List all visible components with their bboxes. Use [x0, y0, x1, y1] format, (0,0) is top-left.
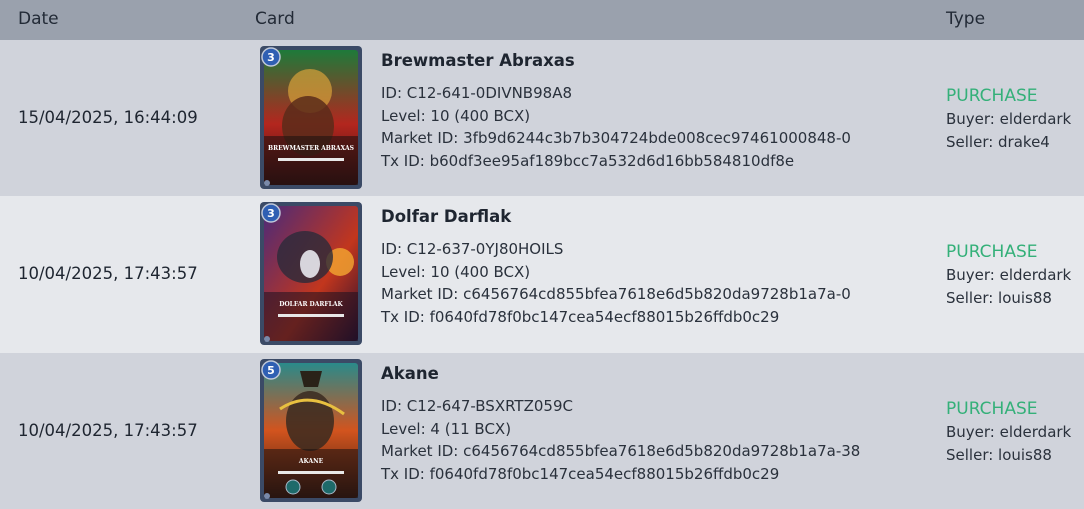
card-image[interactable]: 5 AKANE: [260, 359, 362, 502]
table-row: 10/04/2025, 17:43:57 3 DOLFAR DARFLAK Do…: [0, 196, 1084, 353]
tx-id: Tx ID: b60df3ee95af189bcc7a532d6d16bb584…: [381, 152, 795, 170]
mana-cost: 5: [267, 364, 275, 377]
table-header: Date Card Type: [0, 0, 1084, 40]
column-header-card: Card: [255, 9, 295, 29]
card-art-title: DOLFAR DARFLAK: [279, 301, 343, 308]
seller: Seller: louis88: [946, 289, 1052, 307]
buyer: Buyer: elderdark: [946, 266, 1072, 284]
date-cell: 10/04/2025, 17:43:57: [18, 421, 198, 440]
seller: Seller: drake4: [946, 133, 1050, 151]
card-art-title: BREWMASTER ABRAXAS: [268, 145, 354, 152]
transaction-type: PURCHASE: [946, 242, 1038, 262]
card-name: Akane: [381, 364, 439, 383]
tx-id: Tx ID: f0640fd78f0bc147cea54ecf88015b26f…: [381, 308, 780, 326]
buyer: Buyer: elderdark: [946, 423, 1072, 441]
market-id: Market ID: 3fb9d6244c3b7b304724bde008cec…: [381, 129, 851, 147]
card-image[interactable]: 3 BREWMASTER ABRAXAS: [260, 46, 362, 189]
mana-cost: 3: [267, 207, 275, 220]
mana-cost: 3: [267, 51, 275, 64]
card-id: ID: C12-641-0DIVNB98A8: [381, 84, 572, 102]
card-art-title: AKANE: [298, 458, 324, 465]
seller: Seller: louis88: [946, 446, 1052, 464]
card-level: Level: 10 (400 BCX): [381, 107, 531, 125]
buyer: Buyer: elderdark: [946, 110, 1072, 128]
card-name: Dolfar Darflak: [381, 207, 512, 226]
date-cell: 15/04/2025, 16:44:09: [18, 108, 198, 127]
table-row: 15/04/2025, 16:44:09 3 BREWMASTER ABRAXA…: [0, 40, 1084, 196]
card-name: Brewmaster Abraxas: [381, 51, 575, 70]
card-id: ID: C12-647-BSXRTZ059C: [381, 397, 573, 415]
card-level: Level: 4 (11 BCX): [381, 420, 512, 438]
transaction-type: PURCHASE: [946, 86, 1038, 106]
column-header-type: Type: [946, 9, 986, 29]
tx-id: Tx ID: f0640fd78f0bc147cea54ecf88015b26f…: [381, 465, 780, 483]
transaction-type: PURCHASE: [946, 399, 1038, 419]
column-header-date: Date: [18, 9, 59, 29]
card-image[interactable]: 3 DOLFAR DARFLAK: [260, 202, 362, 345]
card-level: Level: 10 (400 BCX): [381, 263, 531, 281]
market-id: Market ID: c6456764cd855bfea7618e6d5b820…: [381, 285, 851, 303]
table-row: 10/04/2025, 17:43:57 5 AKANE Akane ID: C…: [0, 353, 1084, 509]
date-cell: 10/04/2025, 17:43:57: [18, 264, 198, 283]
card-id: ID: C12-637-0YJ80HOILS: [381, 240, 564, 258]
market-id: Market ID: c6456764cd855bfea7618e6d5b820…: [381, 442, 861, 460]
